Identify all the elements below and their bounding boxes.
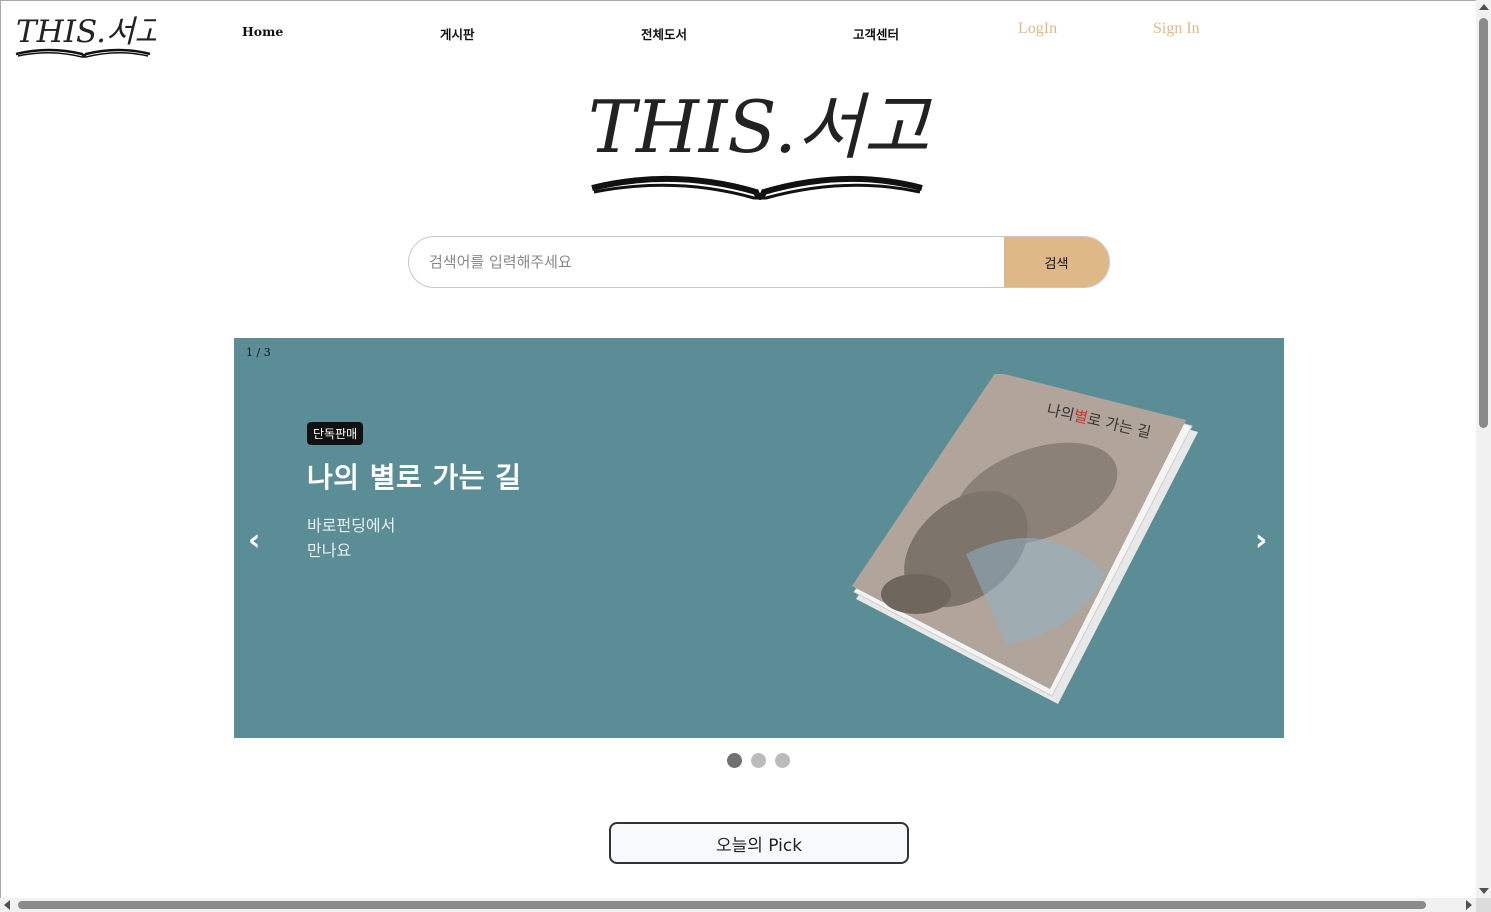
scroll-down-icon[interactable]	[1479, 888, 1489, 894]
horizontal-scroll-thumb[interactable]	[18, 901, 1426, 909]
carousel-dot-1[interactable]	[727, 753, 742, 768]
today-pick-button[interactable]: 오늘의 Pick	[609, 822, 909, 864]
site-logo[interactable]: THIS.서고	[14, 10, 164, 62]
carousel-indicators	[727, 753, 790, 768]
carousel-dot-2[interactable]	[751, 753, 766, 768]
slide-counter: 1 / 3	[246, 346, 271, 359]
signin-link[interactable]: Sign In	[1153, 20, 1200, 38]
svg-text:THIS.서고: THIS.서고	[16, 14, 156, 50]
slide-subtitle: 바로펀딩에서 만나요	[307, 513, 395, 563]
nav-home[interactable]: Home	[242, 24, 283, 39]
slide-subtitle-line2: 만나요	[307, 541, 352, 560]
nav-all-books[interactable]: 전체도서	[641, 24, 687, 43]
logo-book-icon: THIS.서고	[15, 14, 164, 58]
slide-subtitle-line1: 바로펀딩에서	[307, 516, 396, 535]
nav-customer-center[interactable]: 고객센터	[853, 24, 899, 43]
exclusive-badge: 단독판매	[307, 422, 364, 445]
vertical-scroll-thumb[interactable]	[1479, 18, 1488, 428]
svg-text:THIS.서고: THIS.서고	[588, 85, 932, 169]
hero-logo: THIS.서고	[584, 80, 936, 208]
search-input[interactable]	[409, 237, 1004, 287]
search-button[interactable]: 검색	[1004, 237, 1109, 287]
banner-carousel: 1 / 3 단독판매 나의 별로 가는 길 바로펀딩에서 만나요 ‹ › 나의별…	[234, 338, 1284, 738]
horizontal-scrollbar[interactable]	[0, 898, 1476, 912]
carousel-dot-3[interactable]	[775, 753, 790, 768]
search-bar: 검색	[408, 236, 1110, 288]
scroll-left-icon[interactable]	[4, 900, 10, 910]
book-cover-image: 나의별로 가는 길	[852, 374, 1198, 704]
hero-book-icon: THIS.서고	[588, 85, 932, 200]
scrollbar-corner	[1476, 898, 1491, 912]
vertical-scrollbar[interactable]	[1476, 0, 1491, 898]
chevron-right-icon[interactable]: ›	[1255, 526, 1267, 556]
slide-title: 나의 별로 가는 길	[307, 461, 522, 494]
scroll-up-icon[interactable]	[1479, 4, 1489, 10]
login-link[interactable]: LogIn	[1018, 20, 1057, 38]
nav-board[interactable]: 게시판	[440, 24, 475, 43]
chevron-left-icon[interactable]: ‹	[248, 526, 260, 556]
scroll-right-icon[interactable]	[1466, 900, 1472, 910]
